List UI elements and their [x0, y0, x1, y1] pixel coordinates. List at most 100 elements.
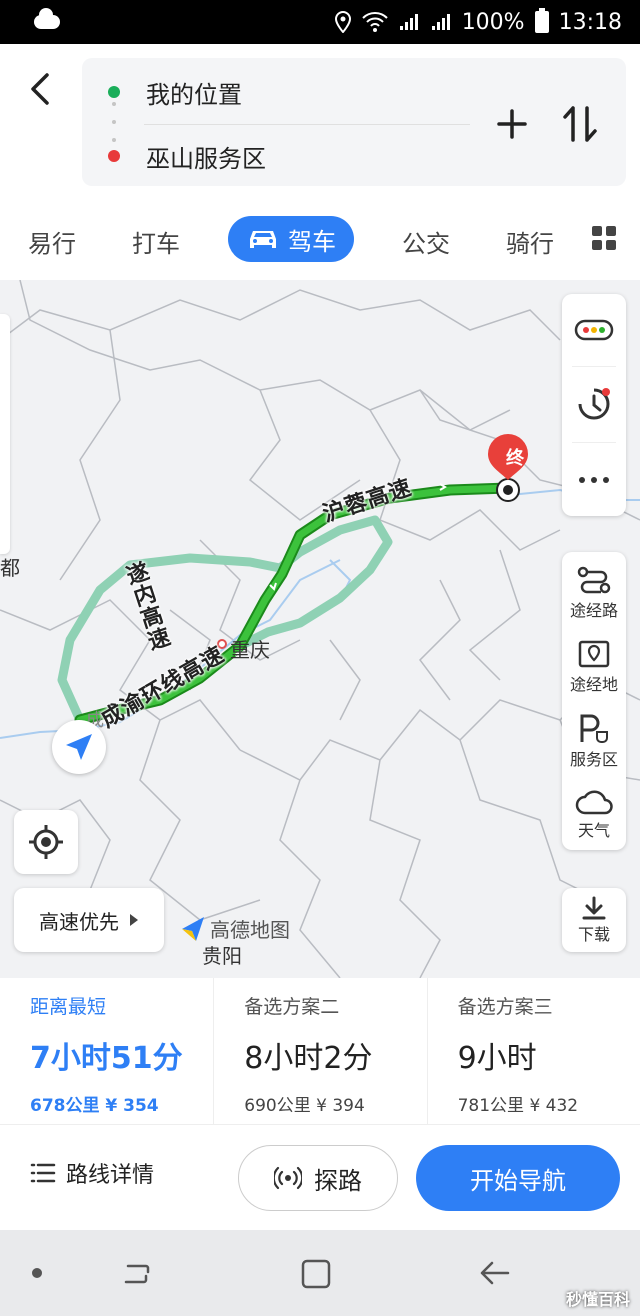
route-preference-label: 高速优先 — [39, 909, 119, 934]
route-header: 我的位置 巫山服务区 易行 打车 驾车 公交 骑行 — [0, 44, 640, 280]
add-waypoint-button[interactable] — [490, 102, 534, 146]
download-label: 下载 — [577, 925, 610, 944]
action-bar: 路线详情 探路 开始导航 — [0, 1124, 640, 1230]
clock: 13:18 — [558, 9, 622, 35]
explore-route-button[interactable]: 探路 — [238, 1145, 398, 1211]
amap-logo-icon — [182, 916, 204, 941]
cloud-icon — [575, 790, 613, 815]
route-options: 距离最短 7小时51分 678公里 ¥ 354 备选方案二 8小时2分 690公… — [0, 978, 640, 1124]
plus-icon — [497, 109, 527, 139]
back-arrow-icon[interactable] — [478, 1258, 514, 1290]
end-marker-label: 终 — [506, 448, 524, 469]
swap-arrows-icon — [563, 106, 597, 142]
destination-dot-icon — [108, 150, 120, 162]
tab-taxi[interactable]: 打车 — [132, 224, 180, 259]
navigation-arrow-icon — [66, 734, 92, 760]
back-button[interactable] — [20, 66, 60, 112]
route-option-meta: 690公里 ¥ 394 — [244, 1096, 365, 1116]
recent-apps-icon[interactable] — [122, 1258, 154, 1290]
signal-4g-icon — [431, 14, 450, 30]
caret-right-icon — [130, 914, 138, 926]
amap-logo-text: 高德地图 — [210, 918, 290, 942]
origin-field[interactable]: 我的位置 — [82, 62, 472, 122]
weather-button[interactable]: 天气 — [562, 780, 626, 850]
chevron-left-icon — [31, 73, 49, 105]
wifi-icon — [361, 12, 388, 32]
list-icon — [30, 1163, 56, 1183]
map-pin-icon — [578, 640, 610, 668]
waypoint-place-button[interactable]: 途经地 — [562, 632, 626, 702]
guiyang-label: 贵阳 — [202, 944, 242, 968]
route-input-box: 我的位置 巫山服务区 — [82, 58, 626, 186]
service-area-label: 服务区 — [569, 750, 618, 769]
tab-drive[interactable]: 驾车 — [228, 216, 354, 262]
weather-label: 天气 — [577, 821, 610, 840]
amap-logo: 高德地图 — [180, 914, 290, 943]
route-option-time: 9小时 — [457, 1041, 537, 1076]
clock-history-icon — [578, 388, 610, 420]
car-icon — [250, 231, 276, 248]
route-option-2[interactable]: 备选方案二 8小时2分 690公里 ¥ 394 — [213, 978, 426, 1124]
traffic-light-icon — [574, 319, 614, 341]
crosshair-icon — [29, 825, 63, 859]
tab-drive-label: 驾车 — [288, 227, 336, 256]
map-tools-panel — [562, 294, 626, 516]
map-view[interactable]: 终 都 重庆 贵阳 成 沪蓉高速 遂内高速 成渝环线高速 途经路 途经地 服务区… — [0, 280, 640, 978]
chongqing-label: 重庆 — [230, 638, 270, 662]
route-option-name: 备选方案三 — [457, 996, 553, 1018]
travel-mode-tabs: 易行 打车 驾车 公交 骑行 — [0, 214, 640, 268]
route-waypoints-icon — [577, 566, 611, 594]
watermark: 秒懂百科 — [565, 1290, 630, 1309]
route-preference-button[interactable]: 高速优先 — [14, 888, 164, 952]
status-bar: 100% 13:18 — [0, 0, 640, 44]
current-location-marker — [52, 720, 106, 774]
parking-coffee-icon — [580, 714, 608, 743]
tab-bus[interactable]: 公交 — [402, 224, 450, 259]
waypoint-road-button[interactable]: 途经路 — [562, 558, 626, 628]
route-option-meta: 678公里 ¥ 354 — [30, 1096, 159, 1116]
nav-dot-icon — [32, 1268, 42, 1278]
locate-me-button[interactable] — [14, 810, 78, 874]
chengdu-label: 都 — [0, 556, 20, 580]
route-option-time: 8小时2分 — [244, 1041, 373, 1076]
side-drawer-handle[interactable] — [0, 314, 10, 554]
battery-icon — [534, 8, 549, 33]
origin-text: 我的位置 — [146, 80, 242, 109]
more-dots-icon — [579, 477, 609, 483]
history-button[interactable] — [562, 368, 626, 440]
location-icon — [334, 11, 351, 33]
destination-text: 巫山服务区 — [146, 144, 266, 173]
swap-route-button[interactable] — [556, 100, 604, 148]
explore-route-label: 探路 — [314, 1166, 362, 1195]
route-option-3[interactable]: 备选方案三 9小时 781公里 ¥ 432 — [426, 978, 640, 1124]
destination-field[interactable]: 巫山服务区 — [82, 126, 472, 186]
route-option-1[interactable]: 距离最短 7小时51分 678公里 ¥ 354 — [0, 978, 213, 1124]
waypoint-road-label: 途经路 — [569, 601, 618, 620]
weather-cloud-icon — [34, 8, 60, 29]
battery-percent: 100% — [461, 9, 525, 35]
route-divider — [144, 124, 470, 125]
route-option-meta: 781公里 ¥ 432 — [457, 1096, 579, 1116]
route-option-name: 备选方案二 — [244, 996, 340, 1018]
tab-bike[interactable]: 骑行 — [506, 224, 554, 259]
service-area-button[interactable]: 服务区 — [562, 706, 626, 776]
traffic-toggle-button[interactable] — [562, 294, 626, 366]
route-option-time: 7小时51分 — [30, 1041, 183, 1076]
more-options-button[interactable] — [562, 444, 626, 516]
route-detail-label: 路线详情 — [66, 1163, 155, 1188]
broadcast-icon — [274, 1166, 302, 1190]
signal-icon — [399, 14, 418, 30]
download-icon — [582, 896, 606, 920]
route-detail-button[interactable]: 路线详情 — [30, 1157, 154, 1189]
offline-download-button[interactable]: 下载 — [562, 888, 626, 952]
home-icon[interactable] — [300, 1258, 332, 1290]
more-modes-grid-icon[interactable] — [592, 226, 616, 250]
origin-dot-icon — [108, 86, 120, 98]
tab-easy-travel[interactable]: 易行 — [28, 224, 76, 259]
start-navigation-button[interactable]: 开始导航 — [416, 1145, 620, 1211]
route-option-name: 距离最短 — [30, 996, 107, 1018]
system-nav-bar: 秒懂百科 — [0, 1230, 640, 1316]
start-navigation-label: 开始导航 — [470, 1166, 566, 1195]
route-tools-panel: 途经路 途经地 服务区 天气 — [562, 552, 626, 850]
map-base-layer — [0, 280, 640, 978]
